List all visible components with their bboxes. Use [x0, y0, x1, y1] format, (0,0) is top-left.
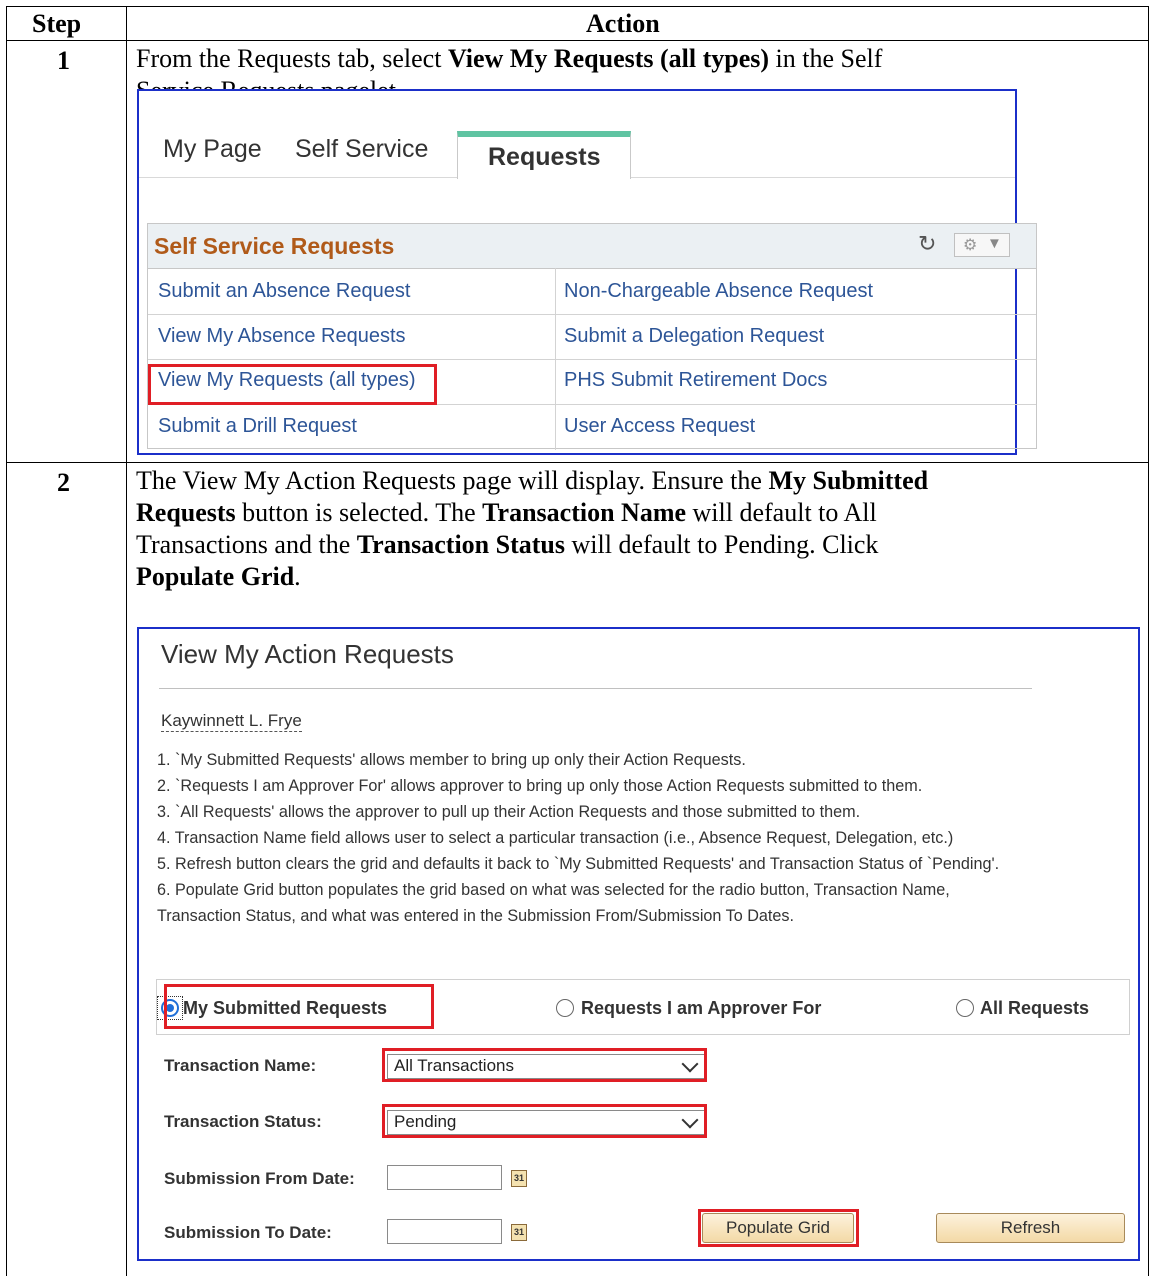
header-action: Action	[586, 9, 660, 38]
table-row-divider	[6, 462, 1149, 463]
radio-requests-i-am-approver-for-label[interactable]: Requests I am Approver For	[581, 998, 821, 1019]
step-2-line-2-a: Requests	[136, 498, 236, 527]
refresh-button[interactable]: Refresh	[936, 1213, 1125, 1243]
tab-requests-label: Requests	[488, 143, 601, 171]
link-submit-absence-request[interactable]: Submit an Absence Request	[158, 280, 410, 303]
chevron-down-icon: ▼	[987, 235, 1002, 252]
instruction-6-cont: Transaction Status, and what was entered…	[157, 907, 795, 925]
link-submit-drill-request[interactable]: Submit a Drill Request	[158, 415, 357, 438]
step-2-line-1-b: My Submitted	[768, 466, 929, 495]
gear-icon: ⚙	[963, 237, 978, 254]
requests-tab-screenshot: My Page Self Service Requests Self Servi…	[137, 89, 1037, 455]
submission-to-date-label: Submission To Date:	[164, 1223, 332, 1242]
instruction-5: 5. Refresh button clears the grid and de…	[157, 855, 1000, 873]
tab-my-page[interactable]: My Page	[163, 135, 262, 164]
pagelet-header: Self Service Requests ↻ ⚙ ▼	[148, 224, 1036, 269]
highlight-view-my-requests	[148, 364, 437, 405]
title-divider	[159, 688, 1032, 689]
step-1-text-bold: View My Requests (all types)	[447, 44, 770, 73]
table-column-divider	[126, 6, 127, 1276]
step-2-line-3-c: will default to Pending. Click	[565, 530, 879, 559]
self-service-requests-pagelet: Self Service Requests ↻ ⚙ ▼ Submit an Ab…	[147, 223, 1039, 453]
page-title: View My Action Requests	[161, 639, 454, 669]
tab-requests[interactable]: Requests	[457, 131, 631, 179]
step-2-line-2: Requests button is selected. The Transac…	[136, 497, 877, 529]
link-user-access-request[interactable]: User Access Request	[564, 415, 755, 438]
radio-requests-i-am-approver-for[interactable]	[556, 999, 574, 1017]
transaction-name-label: Transaction Name:	[164, 1056, 317, 1075]
highlight-my-submitted-requests	[164, 984, 434, 1029]
member-name[interactable]: Kaywinnett L. Frye	[161, 711, 302, 732]
pagelet-row-divider	[148, 359, 1036, 360]
tab-bar: My Page Self Service Requests	[139, 91, 1015, 179]
link-view-my-absence-requests[interactable]: View My Absence Requests	[158, 325, 406, 348]
calendar-icon[interactable]: 31	[511, 1224, 527, 1241]
step-2-line-1-a: The View My Action Requests page will di…	[136, 466, 769, 495]
step-2-line-3-a: Transactions and the	[136, 530, 357, 559]
step-2-line-1: The View My Action Requests page will di…	[136, 465, 928, 497]
step-1-text-b: in the Self	[769, 44, 883, 73]
tab-self-service[interactable]: Self Service	[295, 135, 428, 164]
pagelet-frame: Self Service Requests ↻ ⚙ ▼ Submit an Ab…	[147, 223, 1037, 450]
step-2-line-2-d: will default to All	[686, 498, 877, 527]
radio-all-requests[interactable]	[956, 999, 974, 1017]
step-1-text: From the Requests tab, select View My Re…	[136, 43, 882, 75]
table-border-right	[1148, 6, 1149, 1276]
pagelet-options-button[interactable]: ⚙ ▼	[954, 233, 1010, 257]
step-2-number: 2	[57, 468, 70, 497]
link-phs-submit-retirement-docs[interactable]: PHS Submit Retirement Docs	[564, 369, 827, 392]
link-non-chargeable-absence-request[interactable]: Non-Chargeable Absence Request	[564, 280, 873, 303]
table-border-left	[6, 6, 7, 1276]
link-submit-delegation-request[interactable]: Submit a Delegation Request	[564, 325, 824, 348]
instruction-1: 1. `My Submitted Requests' allows member…	[157, 751, 746, 769]
instruction-4: 4. Transaction Name field allows user to…	[157, 829, 954, 847]
step-1-text-a: From the Requests tab, select	[136, 44, 448, 73]
highlight-transaction-status	[382, 1104, 707, 1138]
instruction-2: 2. `Requests I am Approver For' allows a…	[157, 777, 923, 795]
submission-from-date-label: Submission From Date:	[164, 1169, 355, 1188]
highlight-populate-grid	[698, 1209, 859, 1247]
instruction-3: 3. `All Requests' allows the approver to…	[157, 803, 861, 821]
step-2-line-4: Populate Grid.	[136, 561, 301, 593]
instruction-6: 6. Populate Grid button populates the gr…	[157, 881, 950, 899]
submission-to-date-input[interactable]	[387, 1219, 502, 1244]
radio-all-requests-label[interactable]: All Requests	[980, 998, 1089, 1019]
transaction-status-label: Transaction Status:	[164, 1112, 322, 1131]
step-2-line-4-b: .	[294, 562, 301, 591]
step-2-line-2-b: button is selected. The	[235, 498, 483, 527]
step-1-number: 1	[57, 46, 70, 75]
refresh-icon[interactable]: ↻	[918, 233, 940, 255]
calendar-icon[interactable]: 31	[511, 1170, 527, 1187]
step-2-line-3: Transactions and the Transaction Status …	[136, 529, 878, 561]
step-2-line-4-a: Populate Grid	[136, 562, 295, 591]
submission-from-date-input[interactable]	[387, 1165, 502, 1190]
step-2-line-2-c: Transaction Name	[482, 498, 687, 527]
table-border-top	[6, 6, 1149, 7]
view-my-action-requests-screenshot: View My Action Requests Kaywinnett L. Fr…	[137, 627, 1140, 1261]
pagelet-row-divider	[148, 314, 1036, 315]
pagelet-title: Self Service Requests	[154, 233, 395, 259]
highlight-transaction-name	[382, 1048, 707, 1082]
step-2-line-3-b: Transaction Status	[356, 530, 566, 559]
table-header-divider	[6, 40, 1149, 41]
header-step: Step	[32, 9, 82, 38]
